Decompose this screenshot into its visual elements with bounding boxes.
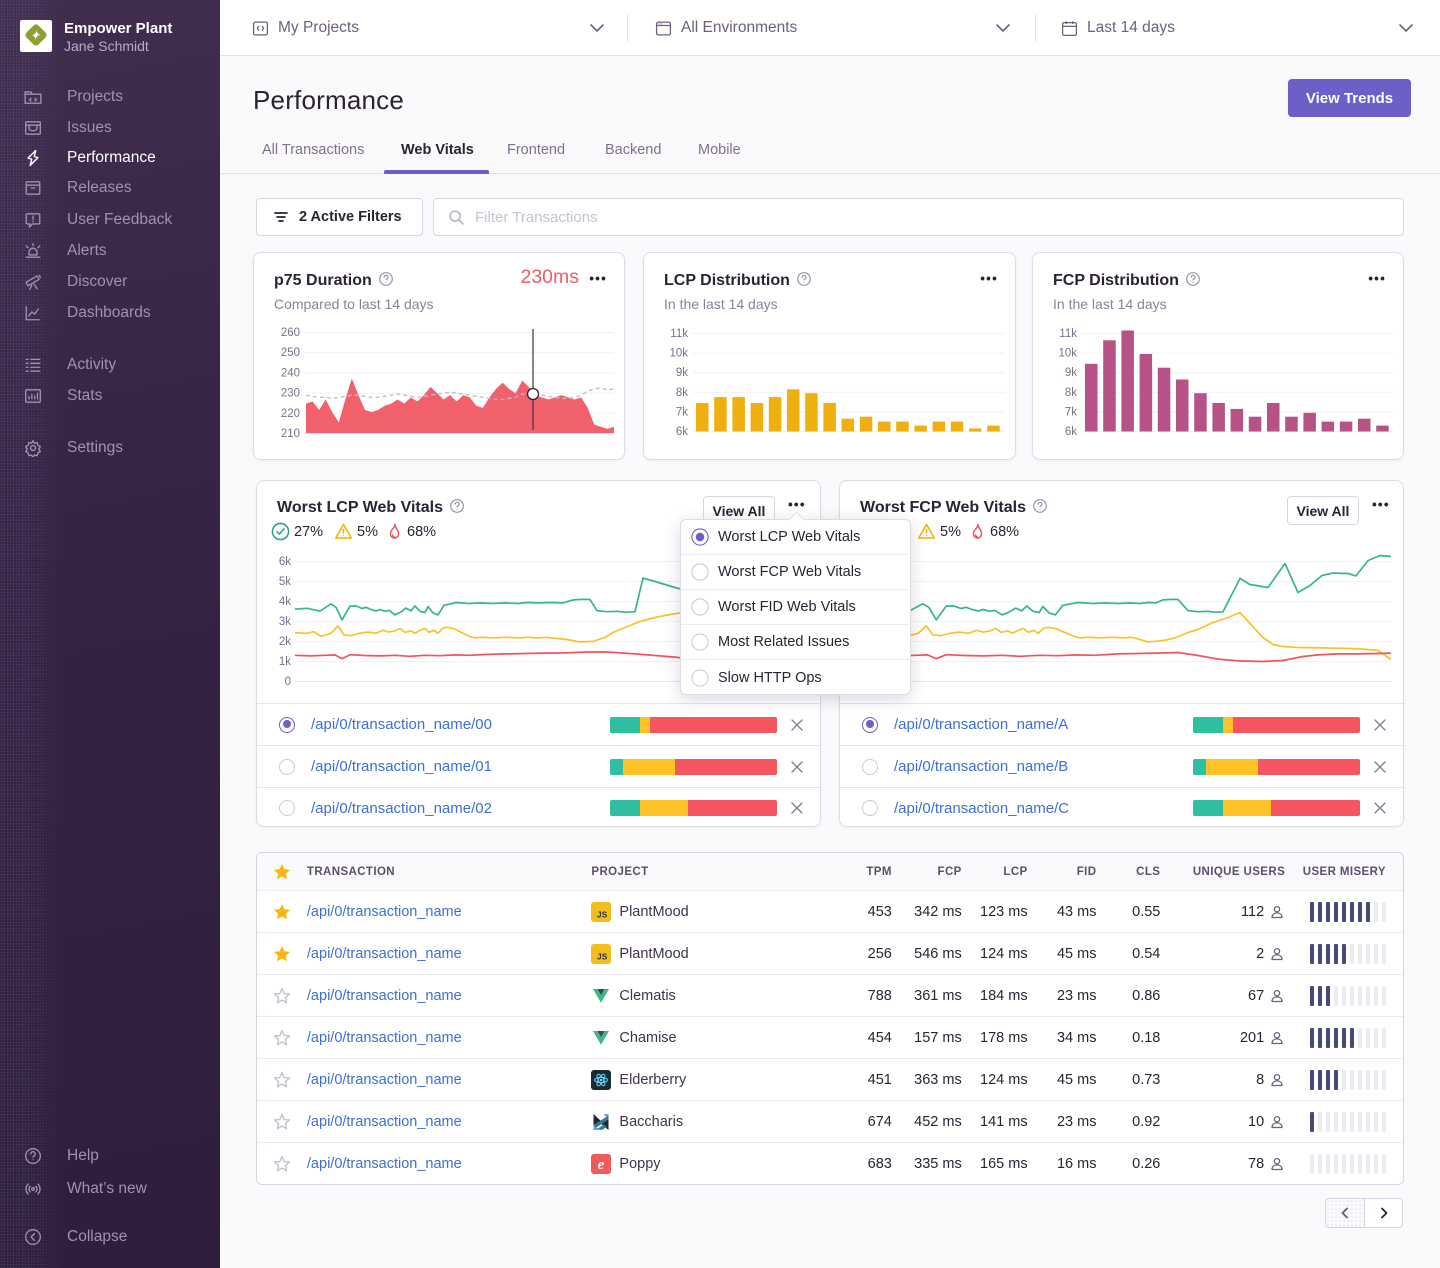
svg-text:e: e	[598, 1157, 605, 1173]
svg-text:6k: 6k	[1065, 426, 1077, 438]
svg-text:JS: JS	[597, 951, 608, 961]
svg-text:1k: 1k	[279, 656, 291, 668]
svg-text:3k: 3k	[279, 616, 291, 628]
svg-text:11k: 11k	[670, 328, 688, 340]
svg-text:10k: 10k	[669, 348, 688, 360]
svg-text:260: 260	[281, 327, 300, 339]
svg-text:7k: 7k	[676, 406, 688, 418]
svg-text:7k: 7k	[1065, 406, 1077, 418]
svg-text:250: 250	[281, 347, 300, 359]
svg-text:2k: 2k	[279, 636, 291, 648]
svg-text:210: 210	[281, 428, 300, 440]
svg-text:0: 0	[285, 676, 291, 688]
svg-text:6k: 6k	[279, 556, 291, 568]
svg-text:8k: 8k	[1065, 387, 1077, 399]
svg-text:8k: 8k	[676, 387, 688, 399]
svg-text:5k: 5k	[279, 576, 291, 588]
svg-text:10k: 10k	[1058, 348, 1077, 360]
svg-text:JS: JS	[597, 909, 608, 919]
svg-text:11k: 11k	[1059, 328, 1077, 340]
svg-text:220: 220	[281, 408, 300, 420]
svg-text:9k: 9k	[676, 367, 688, 379]
svg-text:240: 240	[281, 367, 300, 379]
svg-text:230: 230	[281, 388, 300, 400]
svg-text:6k: 6k	[676, 426, 688, 438]
svg-text:9k: 9k	[1065, 367, 1077, 379]
svg-text:4k: 4k	[279, 596, 291, 608]
